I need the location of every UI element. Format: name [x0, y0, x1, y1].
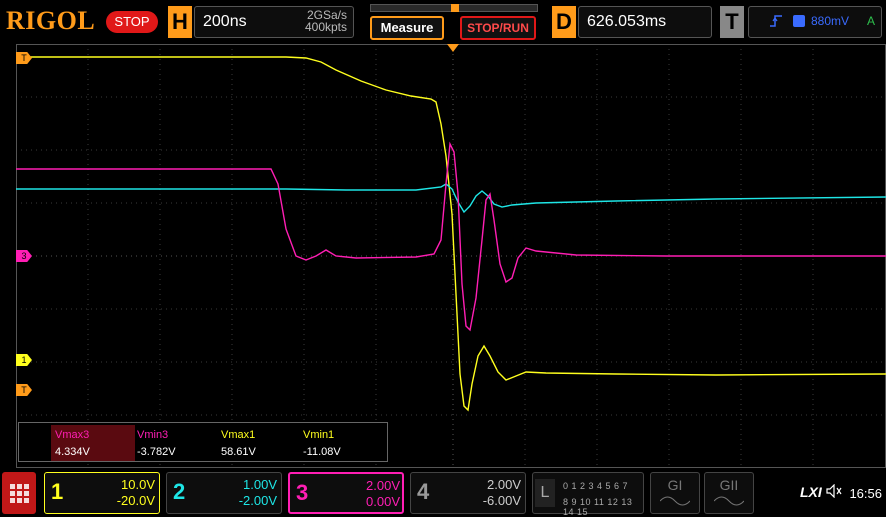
timebase-value: 200ns [203, 13, 247, 30]
waveform-display[interactable]: T 3 1 T [16, 44, 886, 468]
measurement-label: Vmax3 [55, 429, 90, 441]
trigger-label[interactable]: T [720, 6, 744, 38]
ch2-number: 2 [173, 479, 186, 504]
trigger-field[interactable]: 880mV A [748, 6, 882, 38]
delay-field[interactable]: 626.053ms [578, 6, 712, 38]
generator1-label: GI [667, 477, 683, 493]
measurement-label: Vmin3 [137, 429, 169, 441]
waveform-graticule [16, 44, 886, 468]
sine-wave-icon [713, 496, 745, 506]
sample-rate-info: 2GSa/s 400kpts [305, 9, 347, 33]
ch3-values: 2.00V 0.00V [332, 478, 400, 510]
ch4-values: 2.00V -6.00V [453, 477, 521, 509]
rising-edge-icon [769, 14, 783, 31]
memory-position-marker [451, 4, 459, 12]
trigger-position-marker [447, 44, 459, 52]
delay-value: 626.053ms [587, 13, 667, 30]
measurement-label: Vmin1 [303, 429, 335, 441]
ch1-trace [16, 56, 886, 412]
timebase-field[interactable]: 200ns 2GSa/s 400kpts [194, 6, 354, 38]
ch3-scale: 2.00V [366, 478, 400, 493]
ch1-settings[interactable]: 1 10.0V -20.0V [44, 472, 160, 514]
sine-wave-icon [659, 496, 691, 506]
ch3-trace [16, 141, 886, 332]
measurement-value: -11.08V [303, 446, 341, 458]
measurement-value: 4.334V [55, 446, 90, 458]
memory-depth: 400kpts [304, 20, 347, 34]
ch1-values: 10.0V -20.0V [87, 477, 155, 509]
ch2-settings[interactable]: 2 1.00V -2.00V [166, 472, 282, 514]
ch4-offset: -6.00V [482, 493, 521, 508]
lxi-icon: LXI [800, 484, 822, 500]
ch4-scale: 2.00V [487, 477, 521, 492]
trigger-mode: A [866, 14, 875, 28]
grid-menu-icon[interactable] [2, 472, 36, 514]
clock-time: 16:56 [849, 486, 882, 501]
ch1-scale: 10.0V [121, 477, 155, 492]
speaker-icon[interactable] [826, 483, 842, 501]
trigger-source-badge [793, 15, 805, 27]
ch2-offset: -2.00V [238, 493, 277, 508]
ch2-values: 1.00V -2.00V [209, 477, 277, 509]
ch1-number: 1 [51, 479, 64, 504]
delay-label[interactable]: D [552, 6, 576, 38]
horizontal-label[interactable]: H [168, 6, 192, 38]
top-bar: RIGOL STOP H 200ns 2GSa/s 400kpts Measur… [0, 0, 886, 44]
memory-position-bar[interactable] [370, 4, 538, 12]
ch2-scale: 1.00V [243, 477, 277, 492]
trigger-level: 880mV [811, 14, 850, 28]
measurement-label: Vmax1 [221, 429, 256, 441]
la-channels-row1: 0 1 2 3 4 5 6 7 [563, 481, 629, 491]
ch4-number: 4 [417, 479, 430, 504]
ch4-settings[interactable]: 4 2.00V -6.00V [410, 472, 526, 514]
logic-analyzer-settings[interactable]: L 0 1 2 3 4 5 6 7 8 9 10 11 12 13 14 15 [532, 472, 644, 517]
ch3-number: 3 [296, 480, 309, 505]
measurement-panel[interactable]: Vmax3 4.334V Vmin3 -3.782V Vmax1 58.61V … [18, 422, 388, 462]
generator2-label: GII [719, 477, 739, 493]
logic-analyzer-label: L [535, 479, 555, 507]
measurement-value: 58.61V [221, 446, 256, 458]
la-channels-row2: 8 9 10 11 12 13 14 15 [563, 497, 633, 517]
ch3-offset: 0.00V [366, 494, 400, 509]
measurement-value: -3.782V [137, 446, 176, 458]
generator2-button[interactable]: GII [704, 472, 754, 514]
run-state-badge[interactable]: STOP [106, 11, 158, 33]
brand-logo: RIGOL [6, 6, 96, 35]
generator1-button[interactable]: GI [650, 472, 700, 514]
bottom-bar: 1 10.0V -20.0V 2 1.00V -2.00V 3 2.00V 0.… [0, 470, 886, 517]
ch3-settings[interactable]: 3 2.00V 0.00V [288, 472, 404, 514]
stop-run-button[interactable]: STOP/RUN [460, 16, 536, 40]
ch1-offset: -20.0V [116, 493, 155, 508]
measure-button[interactable]: Measure [370, 16, 444, 40]
